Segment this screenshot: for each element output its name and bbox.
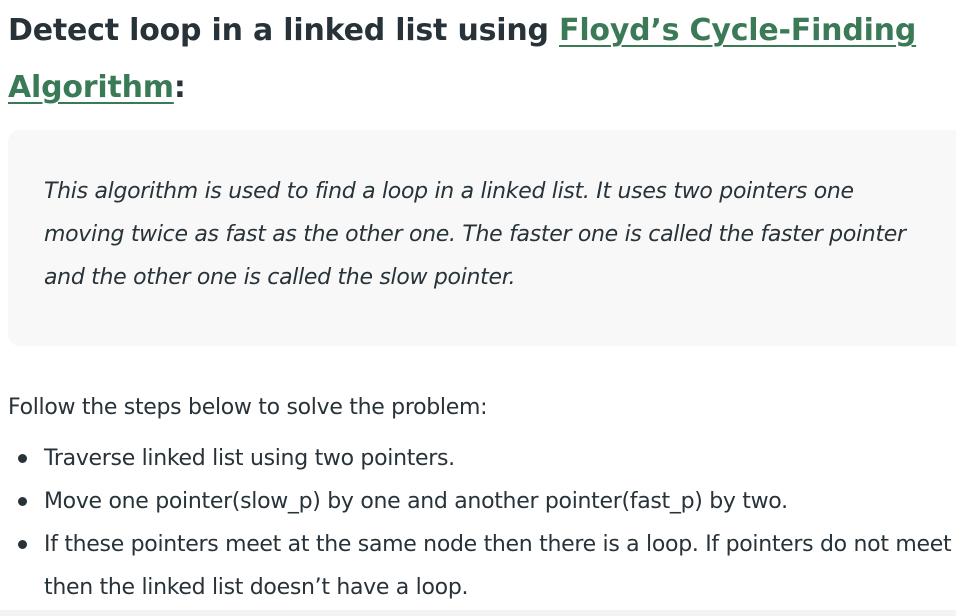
algorithm-description-blockquote: This algorithm is used to find a loop in… — [8, 130, 956, 346]
steps-list: Traverse linked list using two pointers.… — [8, 437, 956, 609]
heading-prefix: Detect loop in a linked list using — [8, 13, 560, 48]
blockquote-text: This algorithm is used to find a loop in… — [44, 179, 906, 290]
bullet-icon — [18, 454, 27, 463]
step-text: Move one pointer(slow_p) by one and anot… — [44, 489, 788, 514]
bullet-icon — [18, 540, 27, 549]
list-item: Move one pointer(slow_p) by one and anot… — [8, 480, 956, 523]
article-content: Detect loop in a linked list using Floyd… — [8, 0, 956, 609]
list-item: If these pointers meet at the same node … — [8, 523, 956, 609]
step-text: Traverse linked list using two pointers. — [44, 446, 455, 471]
heading-suffix: : — [173, 70, 186, 105]
bottom-divider — [0, 610, 956, 616]
list-item: Traverse linked list using two pointers. — [8, 437, 956, 480]
bullet-icon — [18, 497, 27, 506]
step-text: If these pointers meet at the same node … — [44, 532, 952, 600]
section-heading: Detect loop in a linked list using Floyd… — [8, 0, 956, 116]
steps-intro: Follow the steps below to solve the prob… — [8, 395, 488, 420]
